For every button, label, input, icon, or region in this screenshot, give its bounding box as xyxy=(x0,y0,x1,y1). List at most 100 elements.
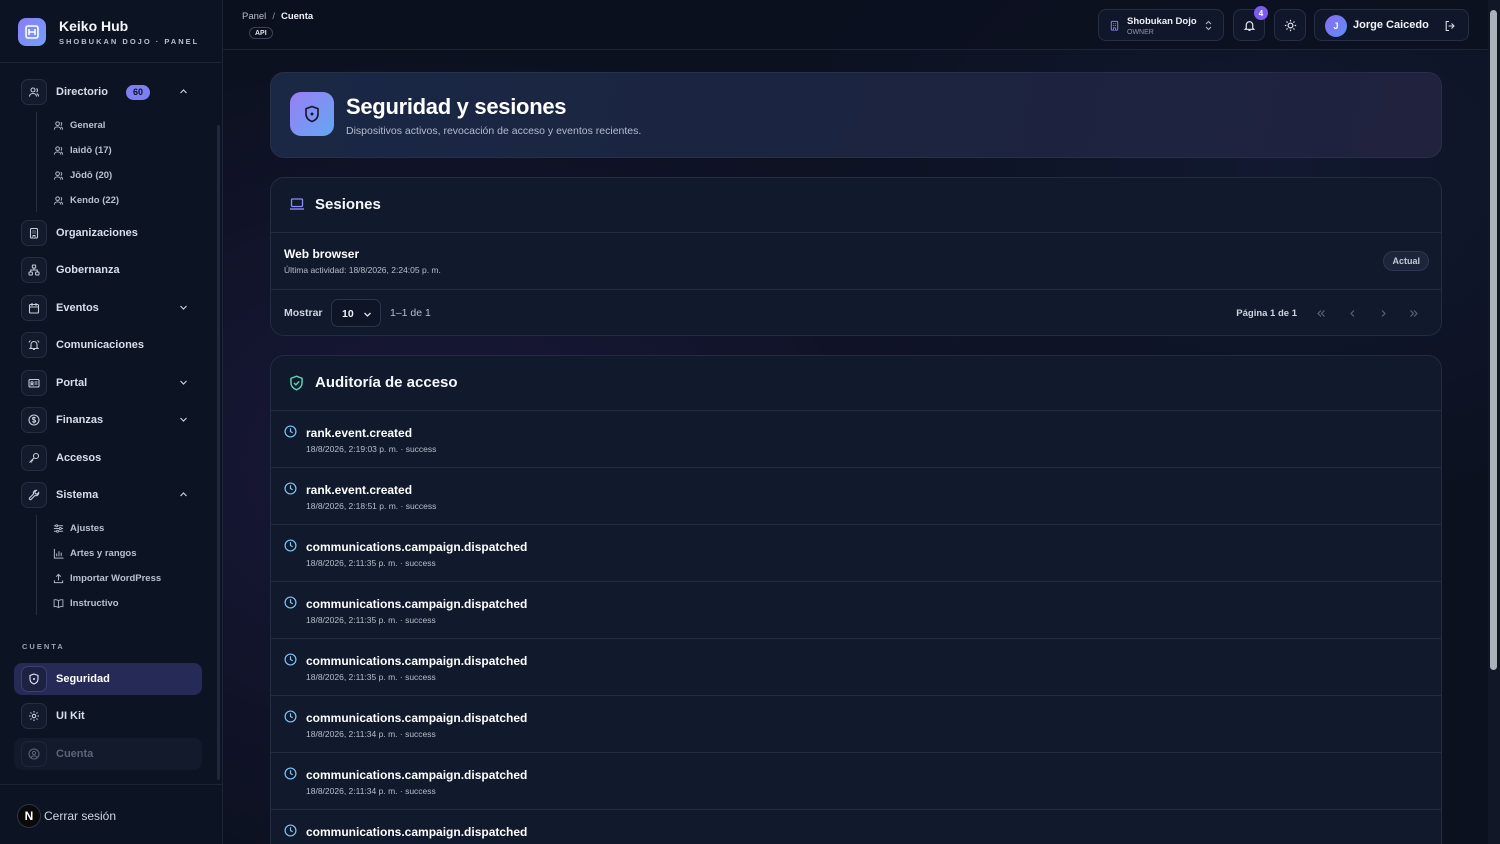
sidebar-subitem-label: Jōdō (20) xyxy=(70,169,113,181)
sidebar-item-gobernanza[interactable]: Gobernanza xyxy=(14,254,202,286)
section-caption-cuenta: CUENTA xyxy=(22,642,65,651)
org-role: OWNER xyxy=(1127,29,1154,36)
breadcrumb: Panel / Cuenta xyxy=(242,11,313,22)
audit-event-meta: 18/8/2026, 2:11:34 p. m. · success xyxy=(306,786,436,796)
sidebar-item-directorio[interactable]: Directorio 60 xyxy=(14,76,202,108)
page-scrollbar[interactable] xyxy=(1490,10,1497,670)
clock-icon xyxy=(284,824,297,837)
list-item: rank.event.created 18/8/2026, 2:18:51 p.… xyxy=(271,468,1441,525)
chevrons-right-icon xyxy=(1410,309,1418,317)
sidebar-item-cuenta[interactable]: Cuenta xyxy=(14,738,202,770)
calendar-icon xyxy=(21,295,47,321)
sidebar-divider xyxy=(0,62,222,63)
list-item: rank.event.created 18/8/2026, 2:19:03 p.… xyxy=(271,411,1441,468)
sidebar-subitem-ajustes[interactable]: Ajustes xyxy=(53,520,104,536)
chevron-up-icon[interactable] xyxy=(179,490,188,499)
sidebar-item-label: Sistema xyxy=(56,489,99,501)
chevron-down-icon[interactable] xyxy=(179,415,188,424)
logout-icon[interactable] xyxy=(1444,20,1456,32)
sidebar-subitem-instructivo[interactable]: Instructivo xyxy=(53,595,119,611)
sidebar-item-label: Gobernanza xyxy=(56,264,120,276)
sliders-icon xyxy=(53,523,64,533)
subtree-line xyxy=(36,515,37,615)
sidebar-subitem-iaido[interactable]: Iaidō (17) xyxy=(53,142,112,158)
notification-count-badge: 4 xyxy=(1254,6,1268,20)
card-title: Auditoría de acceso xyxy=(315,374,458,391)
sidebar-item-comunicaciones[interactable]: Comunicaciones xyxy=(14,329,202,361)
next-page-button[interactable] xyxy=(1372,302,1394,324)
sidebar-item-seguridad[interactable]: Seguridad xyxy=(14,663,202,695)
list-item: communications.campaign.dispatched 18/8/… xyxy=(271,525,1441,582)
sidebar-subitem-label: Instructivo xyxy=(70,597,119,609)
audit-event-meta: 18/8/2026, 2:19:03 p. m. · success xyxy=(306,444,437,454)
pagination-range: 1–1 de 1 xyxy=(390,307,431,319)
bell-icon xyxy=(1243,19,1256,32)
user-circle-icon xyxy=(21,741,47,767)
subtree-line xyxy=(36,112,37,212)
brand-subtitle: SHOBUKAN DOJO · PANEL xyxy=(59,37,200,46)
sidebar-item-label: Eventos xyxy=(56,302,99,314)
sidebar-subitem-kendo[interactable]: Kendo (22) xyxy=(53,192,119,208)
page-size-label: Mostrar xyxy=(284,307,323,319)
chevron-down-icon[interactable] xyxy=(179,378,188,387)
sidebar-item-organizaciones[interactable]: Organizaciones xyxy=(14,217,202,249)
clock-icon xyxy=(284,539,297,552)
sidebar-item-label: Accesos xyxy=(56,452,102,464)
prev-page-button[interactable] xyxy=(1341,302,1363,324)
page-size-select[interactable]: 10 xyxy=(331,299,381,327)
audit-event-name: communications.campaign.dispatched xyxy=(306,711,528,725)
sidebar-item-eventos[interactable]: Eventos xyxy=(14,292,202,324)
sidebar-subitem-jodo[interactable]: Jōdō (20) xyxy=(53,167,112,183)
list-item: communications.campaign.dispatched 18/8/… xyxy=(271,753,1441,810)
sidebar-item-label: Seguridad xyxy=(56,673,110,685)
chevron-up-icon[interactable] xyxy=(179,87,188,96)
breadcrumb-link-panel[interactable]: Panel xyxy=(242,11,266,22)
sidebar-item-accesos[interactable]: Accesos xyxy=(14,442,202,474)
audit-card: Auditoría de acceso rank.event.created 1… xyxy=(270,355,1442,844)
audit-event-meta: 18/8/2026, 2:11:35 p. m. · success xyxy=(306,615,436,625)
users-icon xyxy=(53,120,64,130)
avatar: J xyxy=(1325,15,1347,37)
sidebar-item-label: Comunicaciones xyxy=(56,339,145,351)
current-session-badge: Actual xyxy=(1383,251,1429,271)
sidebar-item-finanzas[interactable]: Finanzas xyxy=(14,404,202,436)
sidebar-item-label: UI Kit xyxy=(56,710,85,722)
building-icon xyxy=(21,220,47,246)
sidebar-subitem-importar-wordpress[interactable]: Importar WordPress xyxy=(53,570,161,586)
clock-icon xyxy=(284,596,297,609)
sidebar-item-label: Directorio xyxy=(56,86,108,98)
audit-list: rank.event.created 18/8/2026, 2:19:03 p.… xyxy=(271,411,1441,844)
shield-check-icon xyxy=(289,375,304,391)
sidebar-item-portal[interactable]: Portal xyxy=(14,367,202,399)
logout-button[interactable]: Cerrar sesión xyxy=(44,809,116,823)
sidebar-subitem-label: General xyxy=(70,119,106,131)
sidebar-subitem-artes-rangos[interactable]: Artes y rangos xyxy=(53,545,137,561)
page-description: Dispositivos activos, revocación de acce… xyxy=(346,125,642,137)
laptop-icon xyxy=(289,197,305,211)
sidebar-subitem-general[interactable]: General xyxy=(53,117,105,133)
user-menu[interactable]: J Jorge Caicedo xyxy=(1314,9,1469,41)
sidebar-item-label: Cuenta xyxy=(56,748,94,760)
sidebar-subitem-label: Iaidō (17) xyxy=(70,144,112,156)
pagination-page-indicator: Página 1 de 1 xyxy=(1236,308,1297,319)
shield-icon xyxy=(290,92,334,136)
audit-event-meta: 18/8/2026, 2:18:51 p. m. · success xyxy=(306,501,437,511)
breadcrumb-current: Cuenta xyxy=(280,11,314,22)
chevron-down-icon[interactable] xyxy=(179,303,188,312)
sidebar-subitem-label: Importar WordPress xyxy=(70,572,162,584)
list-item: communications.campaign.dispatched xyxy=(271,810,1441,844)
last-page-button[interactable] xyxy=(1403,302,1425,324)
sun-icon xyxy=(1284,19,1297,32)
org-switcher[interactable]: Shobukan Dojo OWNER xyxy=(1098,9,1224,41)
sessions-card: Sesiones Web browser Última actividad: 1… xyxy=(270,177,1442,336)
building-icon xyxy=(1109,20,1120,31)
sidebar-item-sistema[interactable]: Sistema xyxy=(14,479,202,511)
audit-event-name: rank.event.created xyxy=(306,426,413,440)
network-icon xyxy=(21,257,47,283)
first-page-button[interactable] xyxy=(1310,302,1332,324)
notifications-button[interactable]: 4 xyxy=(1233,6,1268,41)
sidebar-item-uikit[interactable]: UI Kit xyxy=(14,700,202,732)
theme-toggle-button[interactable] xyxy=(1274,9,1306,41)
sidebar-scrollbar[interactable] xyxy=(217,125,220,780)
brand[interactable]: Keiko Hub SHOBUKAN DOJO · PANEL xyxy=(18,16,199,48)
